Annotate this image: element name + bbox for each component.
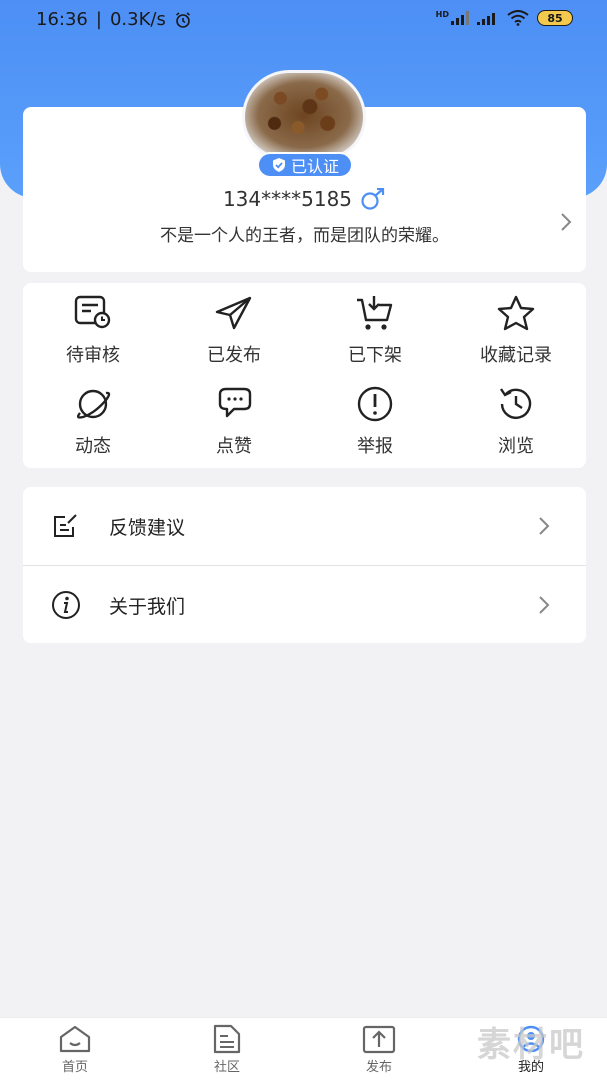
- grid-item-label: 浏览: [498, 436, 534, 457]
- nav-community[interactable]: 社区: [182, 1024, 272, 1075]
- male-icon: [361, 188, 385, 210]
- grid-item-label: 点赞: [216, 436, 252, 457]
- paper-plane-icon: [215, 296, 252, 330]
- grid-item-label: 举报: [357, 436, 393, 457]
- grid-item-removed[interactable]: 已下架: [305, 293, 445, 367]
- grid-item-favorites[interactable]: 收藏记录: [446, 293, 586, 367]
- grid-item-label: 已下架: [348, 345, 402, 366]
- menu-item-about[interactable]: 关于我们: [23, 566, 586, 644]
- chevron-right-icon: [561, 213, 572, 231]
- grid-item-label: 动态: [75, 436, 111, 457]
- grid-item-likes[interactable]: 点赞: [164, 384, 304, 458]
- document-icon: [213, 1024, 241, 1054]
- grid-item-moments[interactable]: 动态: [23, 384, 163, 458]
- hd-label: HD: [435, 9, 449, 19]
- exclamation-circle-icon: [357, 386, 393, 422]
- chevron-right-icon: [539, 517, 550, 535]
- grid-item-report[interactable]: 举报: [305, 384, 445, 458]
- battery-indicator: 85: [537, 10, 573, 26]
- pending-review-icon: [74, 295, 111, 329]
- menu-item-label: 反馈建议: [109, 516, 186, 539]
- grid-item-label: 收藏记录: [480, 345, 552, 366]
- home-icon: [59, 1025, 91, 1053]
- watermark: 素材吧: [477, 1025, 585, 1065]
- grid-item-pending[interactable]: 待审核: [23, 293, 163, 367]
- chevron-right-icon: [539, 596, 550, 614]
- verified-badge: 已认证: [257, 152, 353, 178]
- menu-item-feedback[interactable]: 反馈建议: [23, 487, 586, 565]
- avatar[interactable]: [242, 70, 366, 160]
- avatar-image: [245, 73, 363, 157]
- star-icon: [497, 295, 535, 331]
- nav-label: 发布: [365, 1060, 392, 1075]
- nav-label: 社区: [213, 1060, 240, 1075]
- status-separator: |: [95, 9, 102, 30]
- shield-check-icon: [272, 158, 285, 172]
- username-phone: 134****5185: [222, 187, 353, 211]
- nav-home[interactable]: 首页: [30, 1024, 120, 1075]
- nav-label: 首页: [61, 1060, 88, 1075]
- profile-motto: 不是一个人的王者，而是团队的荣耀。: [160, 226, 449, 246]
- signal-icon-1: [451, 11, 469, 25]
- grid-item-browse[interactable]: 浏览: [446, 384, 586, 458]
- nav-publish[interactable]: 发布: [334, 1024, 424, 1075]
- function-grid: 待审核 已发布 已下架 收藏记录 动态 点赞 举报 浏览: [23, 283, 586, 468]
- chat-bubbles-icon: [218, 387, 252, 418]
- signal-icon-2: [477, 13, 495, 25]
- status-speed: 0.3K/s: [109, 9, 166, 30]
- planet-icon: [76, 389, 111, 419]
- upload-icon: [362, 1025, 396, 1054]
- grid-item-label: 已发布: [207, 345, 261, 366]
- status-bar: 16:36 | 0.3K/s HD 85: [0, 0, 607, 40]
- history-icon: [500, 388, 532, 419]
- status-time: 16:36: [36, 9, 88, 30]
- grid-item-published[interactable]: 已发布: [164, 293, 304, 367]
- verified-label: 已认证: [290, 157, 339, 176]
- info-circle-icon: [52, 591, 80, 619]
- grid-item-label: 待审核: [66, 345, 120, 366]
- feedback-edit-icon: [54, 514, 77, 537]
- settings-menu: 反馈建议 关于我们: [23, 487, 586, 643]
- wifi-icon: [507, 10, 529, 26]
- alarm-icon: [175, 11, 190, 28]
- menu-item-label: 关于我们: [109, 595, 186, 618]
- cart-download-icon: [357, 296, 393, 330]
